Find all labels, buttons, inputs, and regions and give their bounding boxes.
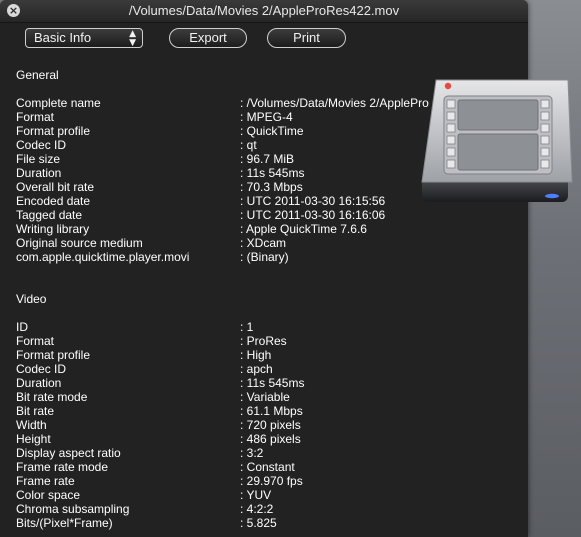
info-value: : 70.3 Mbps: [240, 180, 303, 194]
info-value: : UTC 2011-03-30 16:15:56: [240, 194, 386, 208]
info-key: Frame rate mode: [16, 460, 109, 474]
info-value: : UTC 2011-03-30 16:16:06: [240, 208, 386, 222]
info-key: Bit rate: [16, 404, 55, 418]
info-value: : 11s 545ms: [240, 166, 305, 180]
info-key: Duration: [16, 166, 62, 180]
info-value: : Apple QuickTime 7.6.6: [240, 222, 367, 236]
info-row: Duration : 11s 545ms: [16, 376, 516, 390]
export-button[interactable]: Export: [169, 28, 247, 48]
info-row: Height : 486 pixels: [16, 432, 516, 446]
view-mode-label: Basic Info: [34, 30, 92, 45]
info-key: File size: [16, 152, 61, 166]
info-row: Frame rate : 29.970 fps: [16, 474, 516, 488]
info-row: com.apple.quicktime.player.movi : (Binary…: [16, 250, 516, 264]
info-key: ID: [16, 320, 28, 334]
info-value: : 11s 545ms: [240, 376, 305, 390]
info-row: Tagged date : UTC 2011-03-30 16:16:06: [16, 208, 516, 222]
info-value: : QuickTime: [240, 124, 304, 138]
info-key: Tagged date: [16, 208, 83, 222]
info-key: Duration: [16, 376, 62, 390]
info-value: : High: [240, 348, 272, 362]
title-bar[interactable]: /Volumes/Data/Movies 2/AppleProRes422.mo…: [0, 0, 528, 23]
info-value: : 486 pixels: [240, 432, 301, 446]
info-value: : 720 pixels: [240, 418, 301, 432]
info-value: : qt: [240, 138, 257, 152]
info-key: com.apple.quicktime.player.movi: [16, 250, 190, 264]
section-title-general: General: [16, 68, 59, 82]
info-value: : 3:2: [240, 446, 264, 460]
info-key: Bit rate mode: [16, 390, 88, 404]
info-key: Width: [16, 418, 47, 432]
media-drive-icon: [421, 79, 573, 202]
info-value: : 96.7 MiB: [240, 152, 295, 166]
info-row: Bits/(Pixel*Frame) : 5.825: [16, 516, 516, 530]
close-icon[interactable]: ×: [7, 4, 20, 17]
info-key: Color space: [16, 488, 81, 502]
info-row: Original source medium : XDcam: [16, 236, 516, 250]
info-key: Format: [16, 334, 55, 348]
info-value: : ProRes: [240, 334, 287, 348]
info-row: Format : ProRes: [16, 334, 516, 348]
info-value: : 4:2:2: [240, 502, 274, 516]
info-key: Writing library: [16, 222, 90, 236]
info-key: Frame rate: [16, 474, 75, 488]
info-row: Display aspect ratio : 3:2: [16, 446, 516, 460]
info-key: Original source medium: [16, 236, 143, 250]
info-row: Width : 720 pixels: [16, 418, 516, 432]
info-key: Format profile: [16, 124, 91, 138]
info-value: : Constant: [240, 460, 295, 474]
info-value: : apch: [240, 362, 273, 376]
info-key: Encoded date: [16, 194, 91, 208]
info-value: : (Binary): [240, 250, 289, 264]
info-row: Chroma subsampling : 4:2:2: [16, 502, 516, 516]
section-title-video: Video: [16, 292, 47, 306]
info-key: Overall bit rate: [16, 180, 95, 194]
view-mode-select[interactable]: Basic Info ▲ ▼: [25, 28, 143, 48]
info-value: : XDcam: [240, 236, 287, 250]
info-row: Bit rate : 61.1 Mbps: [16, 404, 516, 418]
info-row: Bit rate mode : Variable: [16, 390, 516, 404]
print-button[interactable]: Print: [267, 28, 346, 48]
info-value: : MPEG-4: [240, 110, 293, 124]
info-key: Codec ID: [16, 362, 67, 376]
info-value: : YUV: [240, 488, 272, 502]
info-key: Format profile: [16, 348, 91, 362]
up-down-arrows-icon: ▲ ▼: [129, 29, 136, 48]
info-key: Height: [16, 432, 51, 446]
info-row: ID : 1: [16, 320, 516, 334]
info-row: Frame rate mode : Constant: [16, 460, 516, 474]
info-value: : 29.970 fps: [240, 474, 303, 488]
info-value: : Variable: [240, 390, 290, 404]
info-row: Format profile : High: [16, 348, 516, 362]
info-value: : 1: [240, 320, 254, 334]
info-row: Writing library : Apple QuickTime 7.6.6: [16, 222, 516, 236]
info-key: Chroma subsampling: [16, 502, 130, 516]
info-key: Codec ID: [16, 138, 67, 152]
info-key: Bits/(Pixel*Frame): [16, 516, 113, 530]
info-key: Display aspect ratio: [16, 446, 121, 460]
info-key: Format: [16, 110, 55, 124]
info-row: Color space : YUV: [16, 488, 516, 502]
window-title: /Volumes/Data/Movies 2/AppleProRes422.mo…: [128, 3, 400, 18]
info-row: Codec ID : apch: [16, 362, 516, 376]
info-key: Complete name: [16, 96, 101, 110]
info-value: : 5.825: [240, 516, 277, 530]
info-value: : 61.1 Mbps: [240, 404, 303, 418]
info-value: : /Volumes/Data/Movies 2/ApplePro: [240, 96, 429, 110]
